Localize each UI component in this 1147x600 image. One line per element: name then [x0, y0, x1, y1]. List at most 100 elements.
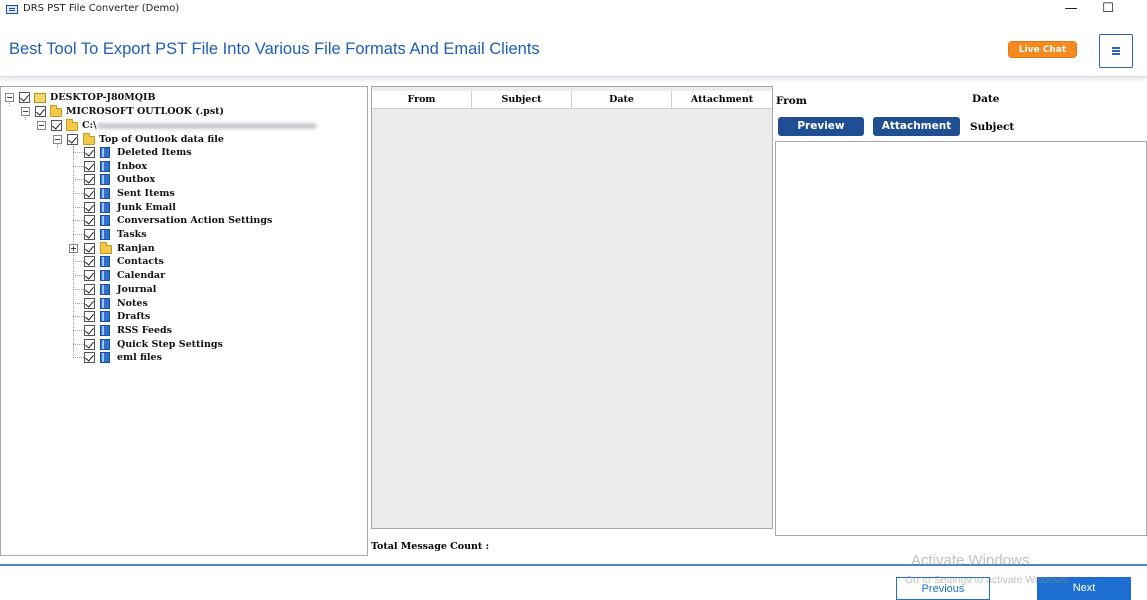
menu-button[interactable] — [1099, 34, 1133, 68]
banner-title: Best Tool To Export PST File Into Variou… — [9, 40, 540, 58]
activate-windows-hint: Go to Settings to activate Windows. — [905, 574, 1071, 586]
folder-icon — [100, 188, 110, 199]
tree-guide-line — [73, 220, 84, 221]
preview-date-label: Date — [972, 93, 1000, 105]
checkbox-checked[interactable] — [84, 311, 95, 322]
activate-windows-watermark: Activate Windows — [911, 552, 1030, 569]
message-list-panel[interactable]: From Subject Date Attachment — [371, 86, 773, 529]
tree-guide-line — [73, 275, 84, 276]
folder-icon — [100, 242, 112, 254]
column-header-date[interactable]: Date — [572, 91, 672, 109]
collapse-icon[interactable] — [21, 107, 30, 116]
preview-button[interactable]: Preview — [778, 117, 864, 136]
total-message-count: Total Message Count : — [371, 541, 490, 552]
tree-guide-line — [73, 289, 84, 290]
folder-icon — [100, 229, 110, 240]
tree-item-label: eml files — [117, 352, 162, 363]
tree-item-label: Tasks — [117, 229, 147, 240]
folder-icon — [100, 174, 110, 185]
tree-item-label: MICROSOFT OUTLOOK (.pst) — [66, 106, 225, 117]
collapse-icon[interactable] — [53, 135, 62, 144]
tree-item-label: Ranjan — [117, 243, 155, 254]
checkbox-checked[interactable] — [84, 243, 95, 254]
preview-subject-label: Subject — [970, 121, 1015, 133]
folder-icon — [100, 256, 110, 267]
tree-item-pst-path[interactable]: C:\ — [37, 119, 337, 132]
folder-icon — [100, 161, 110, 172]
folder-tree-panel: DESKTOP-J80MQIB MICROSOFT OUTLOOK (.pst)… — [0, 86, 368, 556]
tree-guide-line — [73, 303, 84, 304]
message-preview-body[interactable] — [775, 141, 1147, 536]
checkbox-checked[interactable] — [84, 174, 95, 185]
hamburger-icon — [1112, 50, 1120, 52]
checkbox-checked[interactable] — [84, 202, 95, 213]
tree-item-label: C:\ — [82, 120, 97, 131]
tree-item-label: Contacts — [117, 256, 164, 267]
hamburger-icon — [1112, 47, 1120, 49]
checkbox-checked[interactable] — [84, 325, 95, 336]
redacted-path — [97, 123, 317, 129]
tree-item-label: Outbox — [117, 174, 156, 185]
collapse-icon[interactable] — [37, 121, 46, 130]
checkbox-checked[interactable] — [67, 134, 78, 145]
folder-icon — [100, 270, 110, 281]
header-banner: Best Tool To Export PST File Into Variou… — [0, 22, 1147, 77]
maximize-button[interactable]: ☐ — [1090, 0, 1126, 20]
tree-guide-line — [73, 357, 84, 358]
tree-item-label: Inbox — [117, 161, 147, 172]
folder-icon — [100, 284, 110, 295]
folder-icon — [50, 105, 62, 117]
tree-guide-line — [73, 152, 84, 153]
checkbox-checked[interactable] — [35, 106, 46, 117]
expand-icon[interactable] — [69, 244, 78, 253]
tree-guide-line — [73, 261, 84, 262]
column-header-subject[interactable]: Subject — [472, 91, 572, 109]
tree-item-label: Deleted Items — [117, 147, 192, 158]
window-title: DRS PST File Converter (Demo) — [23, 3, 180, 14]
folder-icon — [100, 147, 110, 158]
tree-item-label: Conversation Action Settings — [117, 215, 273, 226]
tree-item-label: Journal — [117, 284, 157, 295]
folder-icon — [100, 215, 110, 226]
checkbox-checked[interactable] — [84, 188, 95, 199]
minimize-button[interactable]: — — [1053, 0, 1089, 20]
column-header-from[interactable]: From — [372, 91, 472, 109]
checkbox-checked[interactable] — [84, 270, 95, 281]
checkbox-checked[interactable] — [84, 161, 95, 172]
folder-icon — [100, 202, 110, 213]
computer-icon — [34, 93, 46, 103]
checkbox-checked[interactable] — [84, 298, 95, 309]
checkbox-checked[interactable] — [84, 352, 95, 363]
attachment-button[interactable]: Attachment — [873, 117, 960, 136]
preview-from-label: From — [776, 95, 807, 107]
tree-guide-line — [73, 193, 84, 194]
tree-item-label: Top of Outlook data file — [99, 134, 224, 145]
checkbox-checked[interactable] — [19, 92, 30, 103]
collapse-icon[interactable] — [5, 93, 14, 102]
tree-item-label: RSS Feeds — [117, 325, 173, 336]
tree-item-label: Calendar — [117, 270, 166, 281]
folder-icon — [100, 298, 110, 309]
tree-item-label: Quick Step Settings — [117, 339, 223, 350]
checkbox-checked[interactable] — [84, 229, 95, 240]
folder-icon — [100, 325, 110, 336]
checkbox-checked[interactable] — [84, 147, 95, 158]
tree-guide-line — [73, 179, 84, 180]
checkbox-checked[interactable] — [84, 256, 95, 267]
checkbox-checked[interactable] — [51, 120, 62, 131]
live-chat-button[interactable]: Live Chat — [1008, 41, 1077, 58]
tree-guide-line — [73, 234, 84, 235]
folder-icon — [100, 311, 110, 322]
folder-icon — [66, 119, 78, 131]
hamburger-icon — [1112, 53, 1120, 55]
title-bar: DRS PST File Converter (Demo) — ☐ — [0, 0, 1147, 20]
folder-icon — [100, 339, 110, 350]
message-list-header: From Subject Date Attachment — [372, 91, 772, 109]
checkbox-checked[interactable] — [84, 284, 95, 295]
checkbox-checked[interactable] — [84, 215, 95, 226]
column-header-attachment[interactable]: Attachment — [672, 91, 772, 109]
tree-item-label: Junk Email — [117, 202, 176, 213]
tree-item-label: Sent Items — [117, 188, 175, 199]
checkbox-checked[interactable] — [84, 339, 95, 350]
tree-item-label: DESKTOP-J80MQIB — [50, 92, 156, 103]
